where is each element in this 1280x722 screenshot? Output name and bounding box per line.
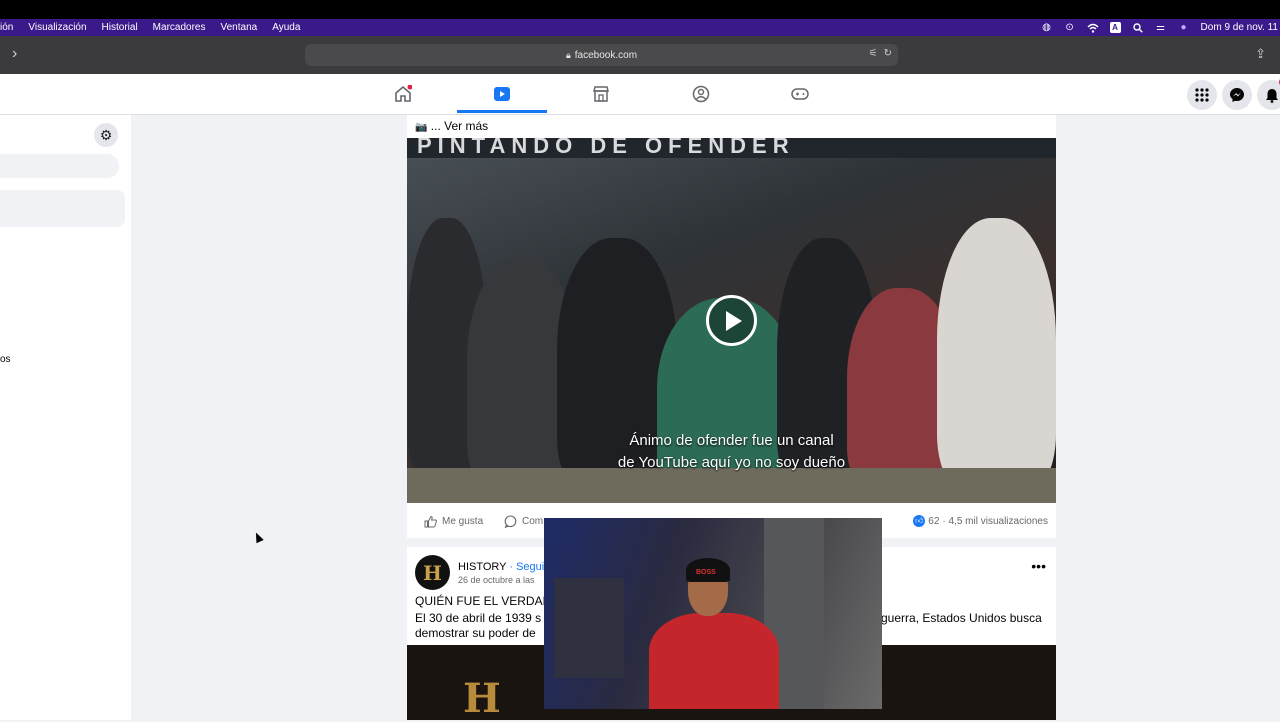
nav-groups-icon[interactable] xyxy=(691,84,711,104)
control-center-icon[interactable]: ⚌ xyxy=(1155,22,1167,34)
active-tab-indicator xyxy=(457,110,547,113)
see-more-label: ... Ver más xyxy=(430,119,489,133)
wifi-icon[interactable] xyxy=(1087,22,1099,34)
sidebar-item-label[interactable]: os xyxy=(0,354,11,365)
view-count: · 4,5 mil visualizaciones xyxy=(942,515,1048,527)
webcam-overlay: BOSS xyxy=(544,518,882,709)
post-body-continuation: guerra, Estados Unidos busca xyxy=(881,611,1042,625)
notifications-bell-icon[interactable] xyxy=(1257,77,1280,110)
menu-ayuda[interactable]: Ayuda xyxy=(272,22,300,33)
nav-gaming-icon[interactable] xyxy=(790,84,810,104)
lock-icon: 🔒︎ xyxy=(565,49,571,60)
more-options-icon[interactable]: ••• xyxy=(1031,558,1046,574)
caption-line-2: de YouTube aquí yo no soy dueño xyxy=(617,454,846,471)
reaction-count: 62 xyxy=(928,515,940,527)
post-title: QUIÉN FUE EL VERDAD xyxy=(415,594,552,608)
reload-icon[interactable]: ↻ xyxy=(884,48,892,59)
spotlight-search-icon[interactable] xyxy=(1132,22,1144,34)
sidebar-search-field[interactable] xyxy=(0,154,119,178)
menu-visualizacion[interactable]: Visualización xyxy=(28,22,86,33)
history-logo-letter: H xyxy=(463,675,501,722)
post-timestamp[interactable]: 26 de octubre a las xyxy=(458,575,535,585)
beanie-text: BOSS xyxy=(696,569,716,576)
browser-toolbar: › 🔒︎ facebook.com ⚟ ↻ ⇪ xyxy=(0,36,1280,74)
menubar-menus: ión Visualización Historial Marcadores V… xyxy=(0,22,315,33)
camera-emoji-icon: 📷 xyxy=(415,122,428,133)
follow-link[interactable]: · Segui xyxy=(509,561,544,573)
menubar-status-area: ◍ ⊙ A ⚌ ● Dom 9 de nov. 11 xyxy=(1041,22,1280,34)
menu-ventana[interactable]: Ventana xyxy=(220,22,257,33)
vpn-icon[interactable]: ◍ xyxy=(1041,22,1053,34)
settings-gear-icon[interactable]: ⚙ xyxy=(94,123,118,147)
history-avatar[interactable]: H xyxy=(415,555,450,590)
room-shelf xyxy=(554,578,624,678)
video-title-band: PINTANDO DE OFENDER xyxy=(407,138,1056,158)
menu-grid-icon[interactable] xyxy=(1187,80,1217,110)
comment-label: Com xyxy=(522,516,544,527)
share-icon[interactable]: ⇪ xyxy=(1255,46,1266,62)
input-source-icon[interactable]: A xyxy=(1109,22,1121,33)
video-post: 📷 ... Ver más PINTANDO DE OFENDER Ánimo … xyxy=(407,115,1056,538)
page-name-link[interactable]: HISTORY xyxy=(458,561,506,573)
video-player[interactable]: PINTANDO DE OFENDER Ánimo de ofender fue… xyxy=(407,138,1056,503)
messenger-icon[interactable] xyxy=(1222,80,1252,110)
siri-icon[interactable]: ● xyxy=(1178,22,1190,34)
post-stats[interactable]: 👍︎ 62 · 4,5 mil visualizaciones xyxy=(913,515,1048,527)
video-title-text: PINTANDO DE OFENDER xyxy=(417,138,795,158)
address-bar[interactable]: 🔒︎ facebook.com ⚟ ↻ xyxy=(305,44,898,66)
translate-icon[interactable]: ⚟ xyxy=(869,48,878,59)
menu-edicion[interactable]: ión xyxy=(0,22,13,33)
streamer-body xyxy=(649,613,779,709)
streamer-beanie: BOSS xyxy=(686,558,730,582)
mouse-pointer xyxy=(252,530,264,544)
address-bar-actions: ⚟ ↻ xyxy=(869,48,892,59)
forward-chevron-icon[interactable]: › xyxy=(12,45,17,63)
address-bar-url: facebook.com xyxy=(574,49,638,61)
play-button[interactable] xyxy=(706,295,757,346)
comment-button[interactable]: Com xyxy=(504,515,543,528)
facebook-top-nav xyxy=(0,74,1280,115)
like-label: Me gusta xyxy=(442,516,484,527)
like-button[interactable]: Me gusta xyxy=(424,515,483,528)
comment-bubble-icon xyxy=(504,515,517,528)
menu-historial[interactable]: Historial xyxy=(102,22,138,33)
post-author: HISTORY · Segui xyxy=(458,561,544,573)
macos-menubar: ión Visualización Historial Marcadores V… xyxy=(0,19,1280,36)
left-sidebar: ⚙ os xyxy=(0,115,131,720)
nav-video-icon[interactable] xyxy=(492,84,512,104)
nav-home-icon[interactable] xyxy=(393,84,413,104)
play-icon xyxy=(726,310,742,331)
nav-marketplace-icon[interactable] xyxy=(591,84,611,104)
media-play-icon[interactable]: ⊙ xyxy=(1064,22,1076,34)
menu-marcadores[interactable]: Marcadores xyxy=(153,22,206,33)
sidebar-selected-item[interactable] xyxy=(0,190,125,227)
video-caption: Ánimo de ofender fue un canal de YouTube… xyxy=(407,430,1056,474)
screen-top-bezel xyxy=(0,0,1280,19)
thumbs-up-icon xyxy=(424,515,437,528)
like-reaction-icon: 👍︎ xyxy=(913,515,926,527)
see-more-link[interactable]: 📷 ... Ver más xyxy=(415,119,488,133)
menubar-clock[interactable]: Dom 9 de nov. 11 xyxy=(1201,22,1278,33)
caption-line-1: Ánimo de ofender fue un canal xyxy=(629,432,834,449)
